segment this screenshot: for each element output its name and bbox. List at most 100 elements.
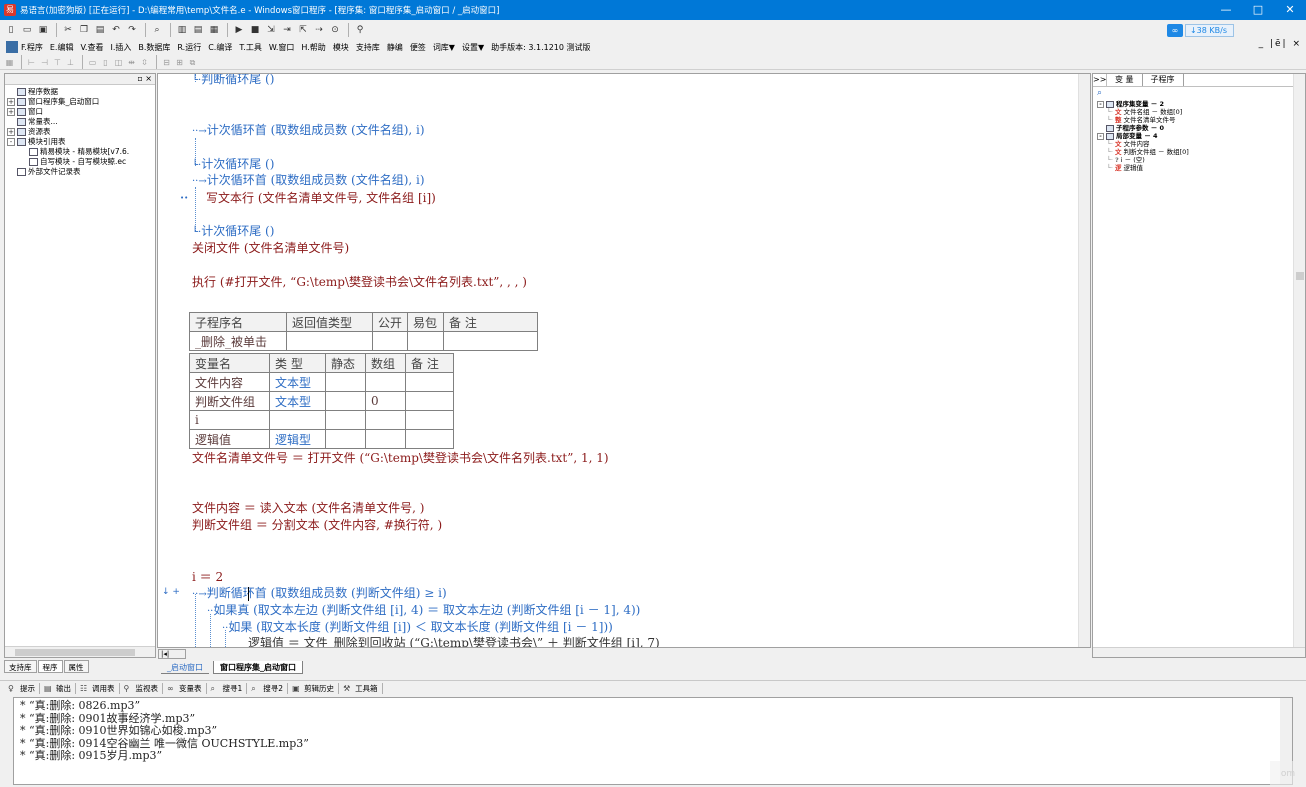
tree-item[interactable]: + 窗口程序集_启动窗口	[7, 97, 155, 107]
breakpoint-icon[interactable]: ⊙	[328, 23, 342, 37]
code-line[interactable]: ··→计次循环首 (取数组成员数 (文件名组), i)	[192, 172, 425, 188]
variable-tree-item[interactable]: └· 整文件名清单文件号	[1097, 116, 1305, 124]
paste-icon[interactable]: ▤	[93, 23, 107, 37]
table-cell[interactable]	[325, 410, 366, 430]
order-icon[interactable]: ⧉	[187, 57, 198, 68]
same-width-icon[interactable]: ▭	[87, 57, 98, 68]
tree-item[interactable]: 外部文件记录表	[7, 167, 155, 177]
tree-item[interactable]: 自写模块 - 自写模块鲸.ec	[7, 157, 155, 167]
code-line[interactable]: ··→计次循环首 (取数组成员数 (文件名组), i)	[192, 122, 425, 138]
tab-variables-table[interactable]: ∞ 变量表	[163, 683, 207, 694]
code-line[interactable]: ··如果真 (取文本左边 (判断文件组 [i], 4) ＝ 取文本左边 (判断文…	[207, 602, 640, 618]
variable-table[interactable]: 变量名 类 型 静态 数组 备 注 文件内容 文本型 判断文件组 文本型 0 i 逻辑值 逻辑…	[189, 353, 454, 449]
run-icon[interactable]: ▶	[232, 23, 246, 37]
variable-tree-item[interactable]: └·? i － (空)	[1097, 156, 1305, 164]
table-cell[interactable]	[325, 429, 366, 449]
output-console[interactable]: * “真:删除: 0826.mp3” * “真:删除: 0901故事经济学.mp3…	[13, 697, 1293, 785]
table-cell[interactable]	[405, 410, 454, 430]
scrollbar-thumb[interactable]	[15, 649, 135, 656]
tab-toolbox[interactable]: ⚒ 工具箱	[339, 683, 383, 694]
align-right-icon[interactable]: ⊣	[39, 57, 50, 68]
expand-icon[interactable]: +	[7, 128, 15, 136]
layout3-icon[interactable]: ▦	[207, 23, 221, 37]
code-line[interactable]: 文件内容 ＝ 读入文本 (文件名清单文件号, )	[192, 500, 424, 516]
vertical-scrollbar[interactable]	[1293, 74, 1305, 657]
menu-notes[interactable]: 便签	[410, 42, 426, 53]
mdi-controls[interactable]: _ |ē| ×	[1259, 39, 1302, 49]
horizontal-scrollbar[interactable]	[1093, 647, 1305, 657]
code-line[interactable]: 写文本行 (文件名清单文件号, 文件名组 [i])	[206, 190, 436, 206]
code-line[interactable]: ··→判断循环首 (取数组成员数 (判断文件组) ≥ i)	[192, 585, 447, 601]
table-cell[interactable]	[365, 372, 406, 392]
menu-program[interactable]: F.程序	[21, 42, 43, 53]
table-row[interactable]: _删除_被单击	[189, 331, 539, 351]
table-row[interactable]: i	[189, 410, 454, 430]
center-h-icon[interactable]: ⊟	[161, 57, 172, 68]
menu-insert[interactable]: I.插入	[110, 42, 131, 53]
variable-type[interactable]: 文本型	[269, 391, 326, 411]
minimize-button[interactable]: —	[1210, 0, 1242, 20]
collapse-icon[interactable]: -	[1097, 132, 1104, 140]
output-dock-handle[interactable]	[2, 697, 12, 785]
code-line[interactable]: └·计次循环尾 ()	[192, 156, 274, 172]
variable-tree-item[interactable]: └· 文判断文件组 － 数组[0]	[1097, 148, 1305, 156]
align-top-icon[interactable]: ⊤	[52, 57, 63, 68]
tab-window-assembly[interactable]: 窗口程序集_启动窗口	[213, 661, 303, 674]
menu-window[interactable]: W.窗口	[269, 42, 295, 53]
maximize-button[interactable]: □	[1242, 0, 1274, 20]
variable-name[interactable]: i	[189, 410, 270, 430]
copy-icon[interactable]: ❐	[77, 23, 91, 37]
close-button[interactable]: ✕	[1274, 0, 1306, 20]
save-icon[interactable]: ▣	[36, 23, 50, 37]
layout1-icon[interactable]: ▥	[175, 23, 189, 37]
tab-start-window[interactable]: _启动窗口	[161, 661, 209, 674]
tree-item[interactable]: 常量表...	[7, 117, 155, 127]
align-left-icon[interactable]: ⊢	[26, 57, 37, 68]
tab-search1[interactable]: ⌕ 搜寻1	[207, 683, 248, 694]
table-cell[interactable]	[405, 372, 454, 392]
center-v-icon[interactable]: ⊞	[174, 57, 185, 68]
same-size-icon[interactable]: ◫	[113, 57, 124, 68]
tab-properties[interactable]: 属性	[63, 659, 89, 673]
tab-variables[interactable]: 变 量	[1107, 74, 1143, 86]
expand-icon[interactable]: +	[7, 98, 15, 106]
code-editor[interactable]: •• ↓ + └·判断循环尾 () ··→计次循环首 (取数组成员数 (文件名组…	[157, 73, 1091, 648]
menu-lexicon[interactable]: 词库▼	[433, 42, 455, 53]
vspace-icon[interactable]: ⇳	[139, 57, 150, 68]
tree-item[interactable]: - 模块引用表	[7, 137, 155, 147]
table-cell[interactable]	[405, 429, 454, 449]
tab-clip-history[interactable]: ▣ 剪辑历史	[288, 683, 340, 694]
variable-name[interactable]: 判断文件组	[189, 391, 270, 411]
new-file-icon[interactable]: ▯	[4, 23, 18, 37]
code-line[interactable]: └·判断循环尾 ()	[192, 74, 274, 87]
table-cell[interactable]	[443, 331, 539, 351]
table-row[interactable]: 文件内容 文本型	[189, 372, 454, 392]
menu-tools[interactable]: T.工具	[239, 42, 261, 53]
tab-program[interactable]: 程序	[37, 659, 63, 673]
variable-tree-item[interactable]: └· 逻逻辑值	[1097, 164, 1305, 172]
menu-database[interactable]: B.数据库	[138, 42, 170, 53]
code-line[interactable]: └·计次循环尾 ()	[192, 223, 274, 239]
variable-name[interactable]: 逻辑值	[189, 429, 270, 449]
align-bottom-icon[interactable]: ⊥	[65, 57, 76, 68]
code-line[interactable]: 逻辑值 ＝ 文件_删除到回收站 (“G:\temp\樊登读书会\” ＋ 判断文件…	[248, 635, 660, 647]
variable-tree-item[interactable]: └· 文文件内容	[1097, 140, 1305, 148]
menu-edit[interactable]: E.编辑	[50, 42, 74, 53]
expand-icon[interactable]: +	[7, 108, 15, 116]
code-line[interactable]: 判断文件组 ＝ 分割文本 (文件内容, #换行符, )	[192, 517, 442, 533]
table-row[interactable]: 判断文件组 文本型 0	[189, 391, 454, 411]
tab-output[interactable]: ▤ 输出	[40, 683, 76, 694]
variable-tree-item[interactable]: └· 文文件名组 － 数组[0]	[1097, 108, 1305, 116]
stop-icon[interactable]: ■	[248, 23, 262, 37]
tab-watch[interactable]: ⚲ 监视表	[120, 683, 163, 694]
table-cell[interactable]	[286, 331, 373, 351]
scroll-left-button[interactable]: |◂|	[158, 649, 186, 659]
table-cell[interactable]	[407, 331, 445, 351]
table-cell[interactable]	[405, 391, 454, 411]
horizontal-scrollbar[interactable]	[5, 646, 155, 657]
variable-type[interactable]: 逻辑型	[269, 429, 326, 449]
layout2-icon[interactable]: ▤	[191, 23, 205, 37]
tab-search2[interactable]: ⌕ 搜寻2	[247, 683, 289, 694]
tab-support-library[interactable]: 支持库	[4, 659, 37, 673]
variable-tree-item[interactable]: 子程序参数 － 0	[1097, 124, 1305, 132]
